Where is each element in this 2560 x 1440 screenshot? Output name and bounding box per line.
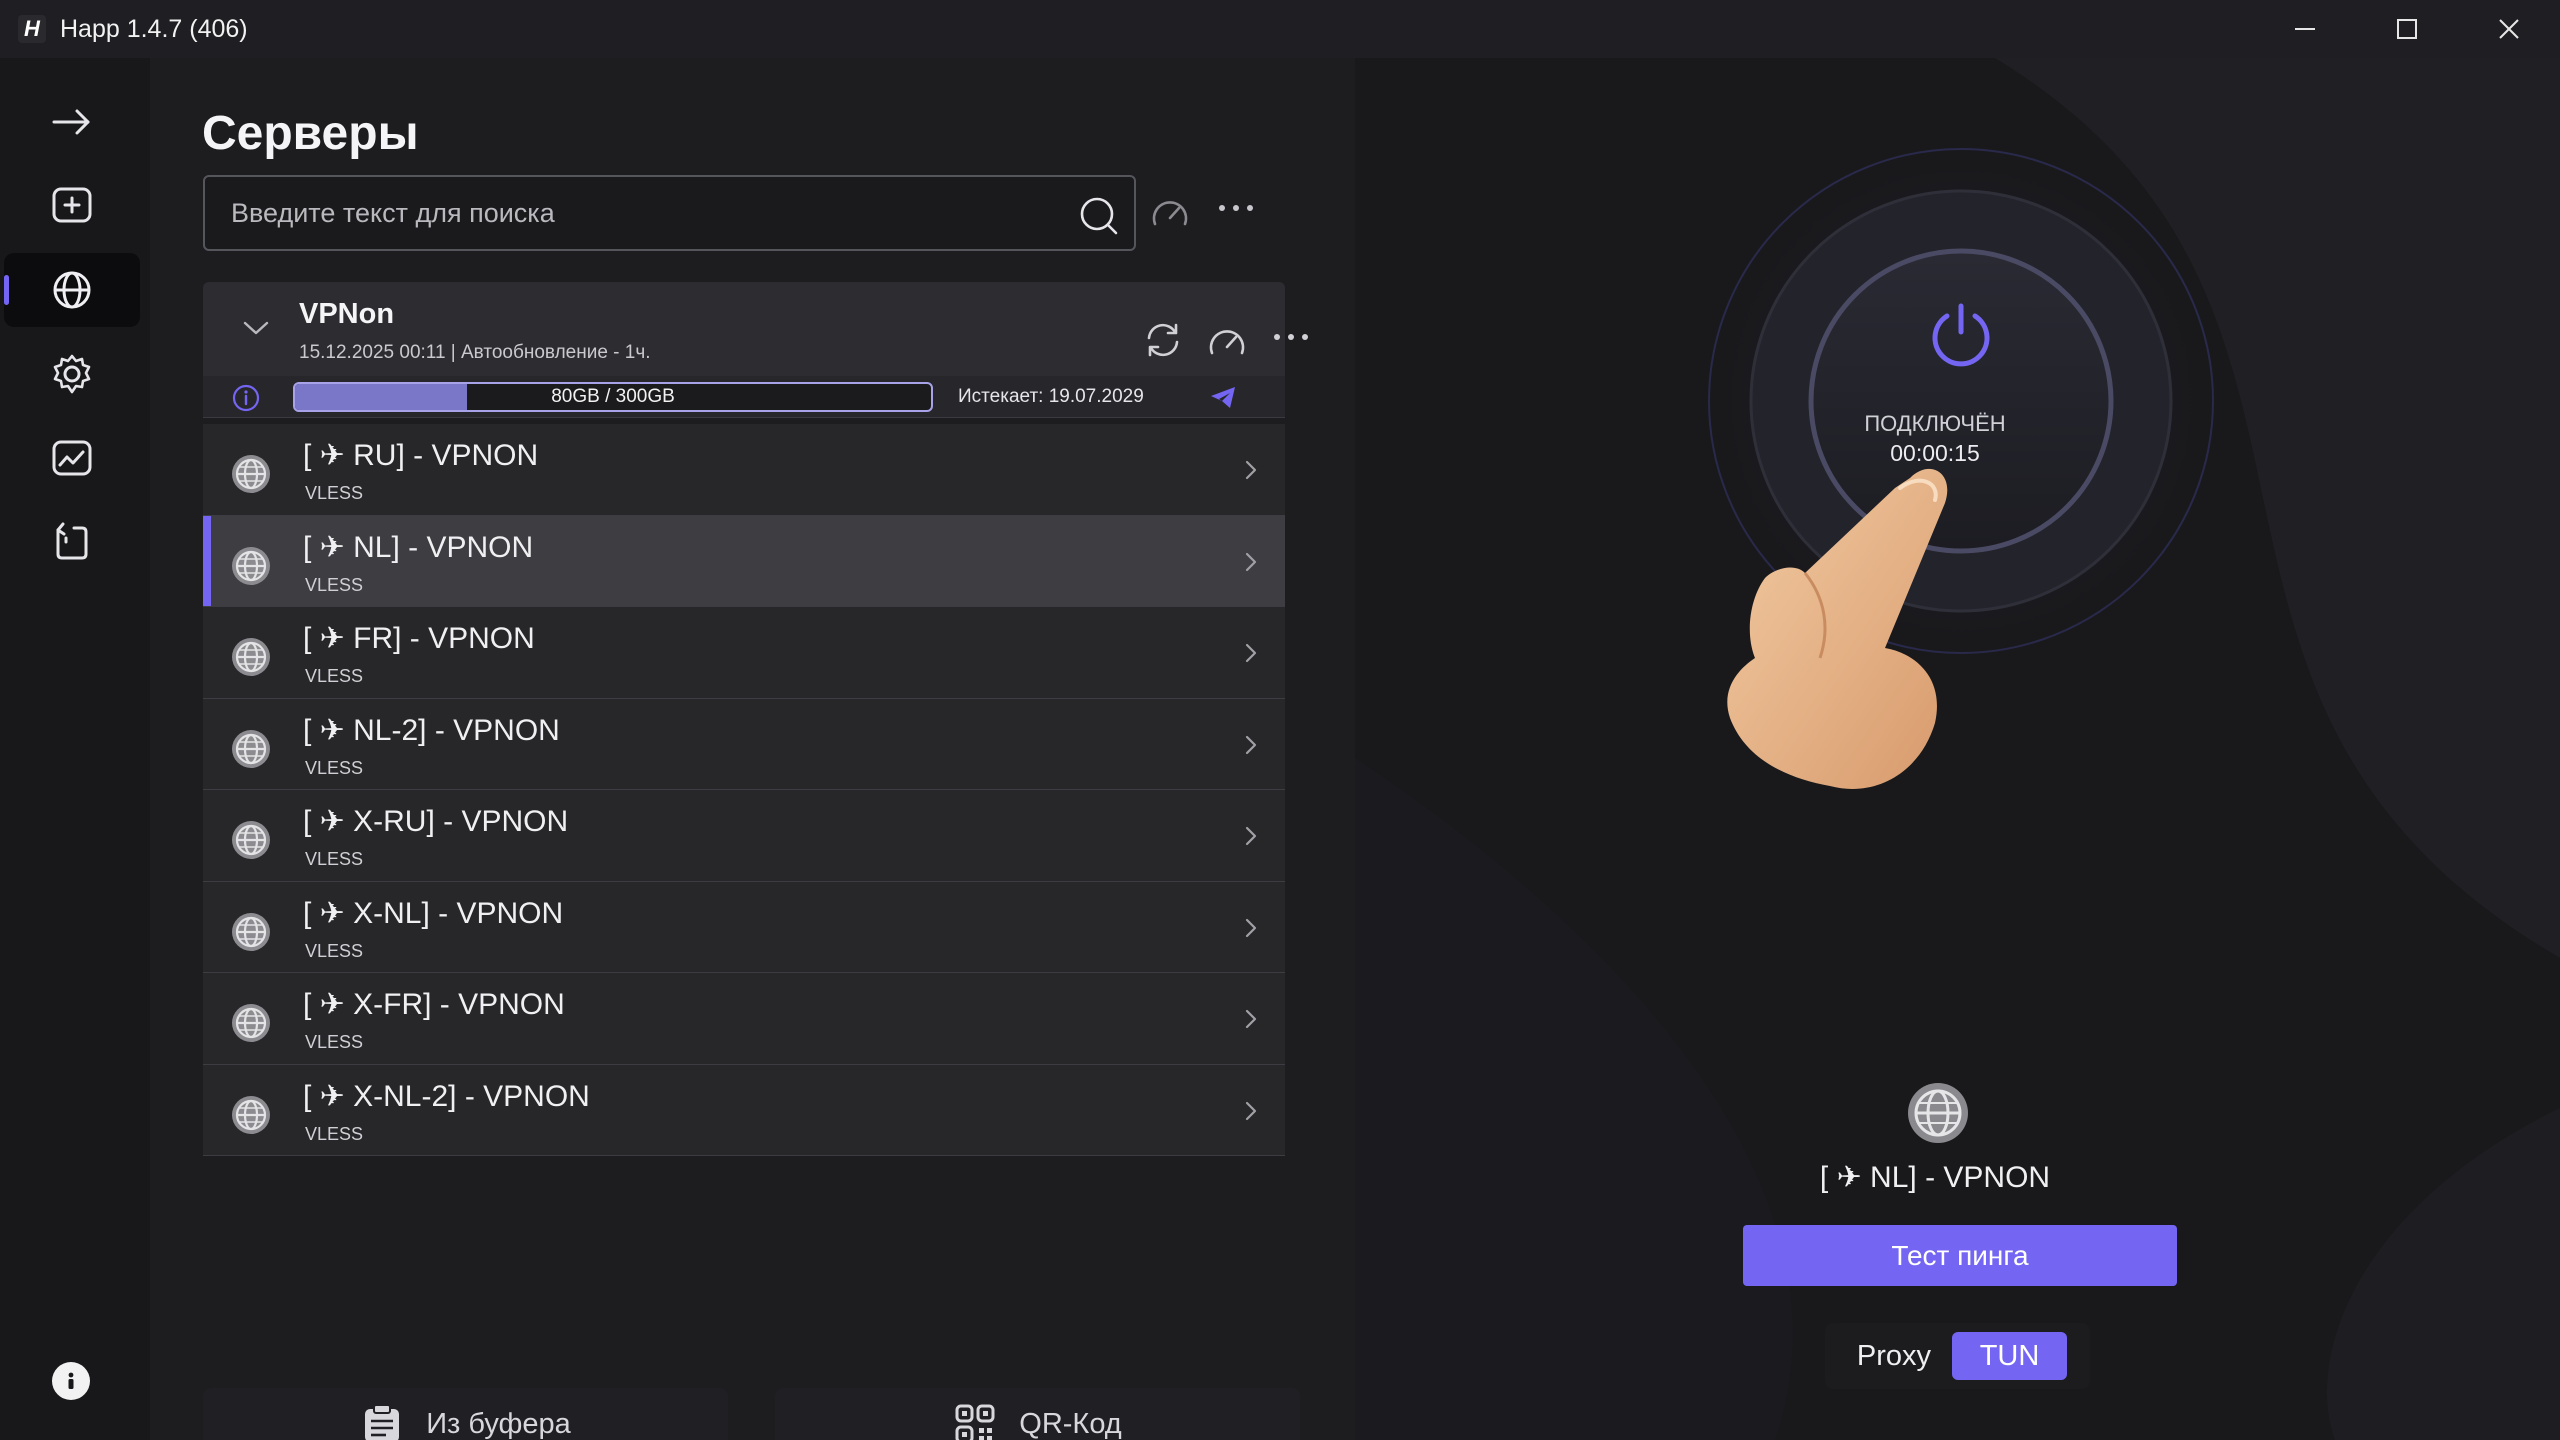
subscription-name: VPNon: [299, 298, 395, 330]
server-name: [ ✈ X-NL-2] - VPNON: [303, 1079, 590, 1113]
server-globe-icon: [232, 546, 270, 585]
server-name: [ ✈ NL-2] - VPNON: [303, 713, 560, 747]
chevron-right-icon[interactable]: [1241, 824, 1261, 848]
server-list: [ ✈ RU] - VPNON VLESS [ ✈ NL] - VPNON VLESS…: [203, 424, 1285, 1156]
server-item[interactable]: [ ✈ NL-2] - VPNON VLESS: [203, 698, 1285, 790]
qr-code-icon: [955, 1404, 995, 1440]
search-icon[interactable]: [1076, 194, 1120, 238]
sidebar-item-statistics[interactable]: [4, 421, 140, 495]
server-item[interactable]: [ ✈ FR] - VPNON VLESS: [203, 607, 1285, 699]
server-item[interactable]: [ ✈ NL] - VPNON VLESS: [203, 515, 1285, 607]
window-controls: [2254, 0, 2560, 58]
server-name: [ ✈ X-FR] - VPNON: [303, 988, 565, 1021]
servers-panel: Серверы VPNon 15.12.2025 00:11 | Автообн…: [150, 58, 1355, 1440]
refresh-icon[interactable]: [1143, 322, 1183, 358]
clipboard-icon: [365, 1404, 400, 1440]
current-server-globe-icon: [1908, 1083, 1968, 1143]
server-item[interactable]: [ ✈ X-NL] - VPNON VLESS: [203, 881, 1285, 973]
minimize-button[interactable]: [2254, 0, 2356, 58]
subscription-meta: 15.12.2025 00:11 | Автообновление - 1ч.: [299, 342, 651, 363]
server-item[interactable]: [ ✈ X-NL-2] - VPNON VLESS: [203, 1064, 1285, 1156]
server-name: [ ✈ X-RU] - VPNON: [303, 805, 569, 838]
server-globe-icon: [232, 912, 270, 951]
info-button[interactable]: [52, 1362, 90, 1400]
server-protocol: VLESS: [305, 940, 364, 961]
server-protocol: VLESS: [305, 757, 364, 778]
expiration-date: Истекает: 19.07.2029: [958, 386, 1144, 407]
chevron-right-icon[interactable]: [1241, 1007, 1261, 1031]
chevron-right-icon[interactable]: [1241, 733, 1261, 757]
gear-icon: [53, 354, 91, 394]
more-icon[interactable]: [1216, 193, 1256, 223]
globe-icon: [53, 271, 91, 309]
search-box: [203, 175, 1136, 251]
server-globe-icon: [232, 729, 270, 768]
import-qr-button[interactable]: QR-Код: [775, 1388, 1300, 1440]
chart-icon: [52, 440, 92, 476]
import-clipboard-button[interactable]: Из буфера: [203, 1388, 728, 1440]
routing-icon: [56, 522, 88, 560]
connection-panel: ПОДКЛЮЧЁН 00:00:15 [ ✈ NL] - VPNON Тест …: [1355, 58, 2560, 1440]
sidebar-item-settings[interactable]: [4, 337, 140, 411]
sidebar-item-servers[interactable]: [4, 253, 140, 327]
server-item[interactable]: [ ✈ RU] - VPNON VLESS: [203, 424, 1285, 516]
info-icon: [68, 1372, 74, 1389]
subscription-group-header[interactable]: VPNon 15.12.2025 00:11 | Автообновление …: [203, 282, 1308, 376]
server-globe-icon: [232, 638, 270, 676]
current-server-name: [ ✈ NL] - VPNON: [1819, 1161, 2051, 1194]
close-icon: [2499, 19, 2519, 39]
chevron-right-icon[interactable]: [1241, 550, 1261, 574]
sidebar: [0, 58, 150, 1440]
telegram-icon[interactable]: [1208, 384, 1238, 410]
ping-test-button[interactable]: Тест пинга: [1743, 1225, 2177, 1286]
maximize-icon: [2397, 19, 2417, 39]
server-protocol: VLESS: [305, 483, 364, 503]
server-name: [ ✈ NL] - VPNON: [303, 530, 534, 564]
chevron-down-icon[interactable]: [241, 318, 271, 338]
chevron-right-icon[interactable]: [1241, 458, 1261, 482]
server-globe-icon: [232, 821, 270, 859]
server-item[interactable]: [ ✈ X-FR] - VPNON VLESS: [203, 973, 1285, 1065]
add-box-icon: [52, 187, 92, 223]
title-bar: H Happ 1.4.7 (406): [0, 0, 2560, 58]
sidebar-item-connect[interactable]: [4, 85, 140, 159]
subscription-usage-row: 80GB / 300GB Истекает: 19.07.2029: [203, 376, 1285, 418]
server-protocol: VLESS: [305, 574, 364, 595]
server-protocol: VLESS: [305, 666, 364, 686]
server-protocol: VLESS: [305, 1123, 364, 1144]
server-item[interactable]: [ ✈ X-RU] - VPNON VLESS: [203, 790, 1285, 882]
server-protocol: VLESS: [305, 849, 364, 869]
page-title: Серверы: [202, 107, 419, 160]
sidebar-item-add[interactable]: [4, 169, 140, 243]
minimize-icon: [2295, 28, 2315, 30]
import-clipboard-label: Из буфера: [426, 1407, 571, 1440]
ping-all-icon[interactable]: [1150, 194, 1190, 228]
sidebar-item-routing[interactable]: [4, 505, 140, 579]
server-protocol: VLESS: [305, 1032, 364, 1052]
traffic-usage-bar: 80GB / 300GB: [293, 382, 933, 412]
server-name: [ ✈ RU] - VPNON: [303, 439, 539, 472]
server-name: [ ✈ FR] - VPNON: [303, 622, 535, 655]
chevron-right-icon[interactable]: [1241, 641, 1261, 665]
mode-proxy-option[interactable]: Proxy: [1839, 1333, 1949, 1379]
mode-switch: Proxy TUN: [1825, 1323, 2090, 1389]
traffic-usage-text: 80GB / 300GB: [551, 386, 675, 407]
ping-group-icon[interactable]: [1207, 322, 1247, 358]
search-input[interactable]: [231, 177, 1031, 249]
chevron-right-icon[interactable]: [1241, 1099, 1261, 1123]
mode-tun-option[interactable]: TUN: [1952, 1332, 2067, 1380]
info-icon[interactable]: [231, 383, 261, 413]
server-globe-icon: [232, 1004, 270, 1042]
window-title: Happ 1.4.7 (406): [60, 14, 248, 43]
arrow-right-icon: [52, 109, 90, 135]
server-name: [ ✈ X-NL] - VPNON: [303, 896, 564, 930]
maximize-button[interactable]: [2356, 0, 2458, 58]
group-more-icon[interactable]: [1271, 322, 1311, 352]
chevron-right-icon[interactable]: [1241, 916, 1261, 940]
server-globe-icon: [232, 455, 270, 493]
close-button[interactable]: [2458, 0, 2560, 58]
server-globe-icon: [232, 1095, 270, 1134]
app-logo: H: [18, 15, 46, 43]
import-qr-label: QR-Код: [1019, 1407, 1122, 1440]
